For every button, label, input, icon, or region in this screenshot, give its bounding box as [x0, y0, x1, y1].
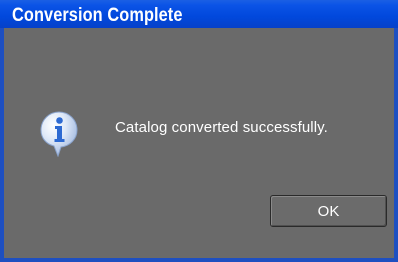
conversion-dialog: Conversion Complete Catalog converted su… — [0, 0, 398, 262]
ok-button[interactable]: OK — [270, 195, 387, 227]
dialog-title: Conversion Complete — [12, 5, 183, 26]
dialog-message: Catalog converted successfully. — [115, 119, 328, 136]
info-icon — [40, 111, 78, 158]
title-bar[interactable]: Conversion Complete — [0, 0, 398, 28]
